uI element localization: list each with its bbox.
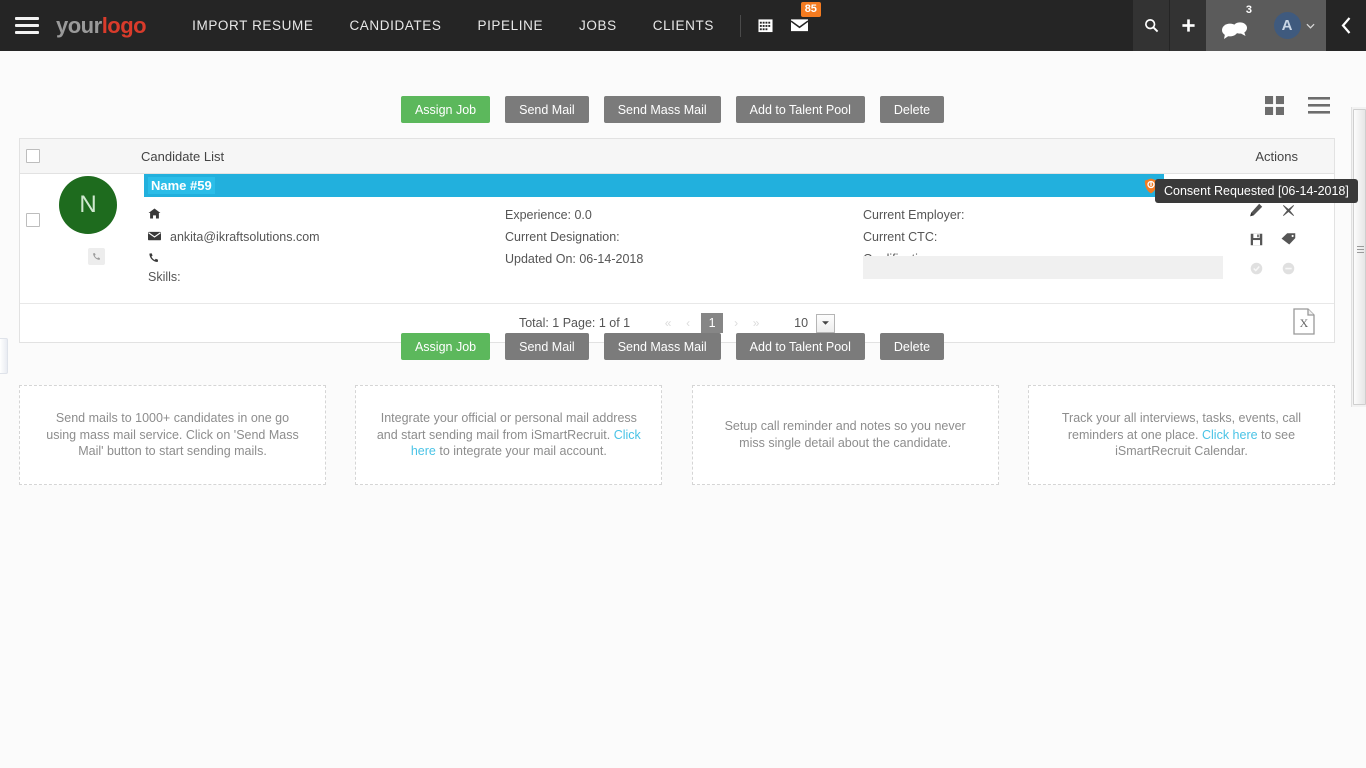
chat-badge: 3 xyxy=(1245,4,1252,16)
top-navigation-bar: yourlogo IMPORT RESUME CANDIDATES PIPELI… xyxy=(0,0,1366,51)
top-action-toolbar: Assign Job Send Mail Send Mass Mail Add … xyxy=(0,96,1345,123)
left-panel-toggle-handle[interactable] xyxy=(0,338,8,374)
info-card-calendar: Track your all interviews, tasks, events… xyxy=(1027,385,1335,485)
mail-badge: 85 xyxy=(800,2,821,17)
candidate-current-designation: Current Designation: xyxy=(505,230,620,244)
scrollbar-grip-icon xyxy=(1357,246,1364,254)
hamburger-menu-icon[interactable] xyxy=(0,0,54,51)
logo-text-logo: logo xyxy=(101,12,147,38)
send-mail-button-bottom[interactable]: Send Mail xyxy=(505,333,589,360)
pagination-prev-button[interactable]: ‹ xyxy=(678,316,698,330)
candidate-updated-on: Updated On: 06-14-2018 xyxy=(505,252,644,266)
info-card-mass-mail: Send mails to 1000+ candidates in one go… xyxy=(19,385,326,485)
page-size-selector[interactable]: 10 xyxy=(794,313,836,333)
chevron-left-icon[interactable] xyxy=(1326,0,1366,51)
calendar-icon[interactable] xyxy=(749,0,783,51)
select-all-checkbox[interactable] xyxy=(26,149,40,163)
candidate-name-bar: Name #59 xyxy=(144,174,1164,197)
excel-export-icon[interactable]: X xyxy=(1292,308,1316,335)
nav-item-import-resume[interactable]: IMPORT RESUME xyxy=(174,0,331,51)
info-card-mass-mail-text: Send mails to 1000+ candidates in one go… xyxy=(46,410,299,459)
candidate-avatar: N xyxy=(59,176,117,234)
candidate-list-header: Candidate List Actions xyxy=(20,139,1334,174)
phone-icon xyxy=(148,252,161,267)
pagination-total: Total: 1 Page: 1 of 1 xyxy=(518,316,631,330)
logo-text-your: your xyxy=(56,12,102,38)
edit-icon[interactable] xyxy=(1240,202,1272,218)
delete-button[interactable]: Delete xyxy=(879,96,945,123)
assign-job-button-bottom[interactable]: Assign Job xyxy=(400,333,491,360)
phone-square-icon[interactable] xyxy=(88,248,105,265)
candidate-list-title: Candidate List xyxy=(141,148,225,164)
candidate-email[interactable]: ankita@ikraftsolutions.com xyxy=(170,230,320,244)
chevron-down-icon xyxy=(1305,23,1315,29)
page-size-value: 10 xyxy=(794,316,809,330)
send-mass-mail-button-bottom[interactable]: Send Mass Mail xyxy=(603,333,721,360)
info-card-mail-integration-text-after: to integrate your mail account. xyxy=(435,444,607,459)
list-view-icon[interactable] xyxy=(1308,97,1330,119)
consent-tooltip: Consent Requested [06-14-2018] xyxy=(1155,179,1358,203)
nav-divider xyxy=(739,14,741,37)
candidate-home-line xyxy=(148,204,508,226)
nav-item-clients[interactable]: CLIENTS xyxy=(635,0,732,51)
pagination-first-button[interactable]: « xyxy=(658,316,678,330)
close-icon[interactable] xyxy=(1272,202,1304,218)
assign-job-button[interactable]: Assign Job xyxy=(400,96,491,123)
tag-icon[interactable] xyxy=(1272,231,1304,247)
info-card-call-reminder: Setup call reminder and notes so you nev… xyxy=(691,385,999,485)
pagination-next-button[interactable]: › xyxy=(726,316,746,330)
candidate-experience: Experience: 0.0 xyxy=(505,208,592,222)
candidate-row: N Name #59 Consent Requested [06-14-2018… xyxy=(20,174,1358,304)
candidate-current-ctc: Current CTC: xyxy=(863,230,938,244)
add-to-talent-pool-button-bottom[interactable]: Add to Talent Pool xyxy=(735,333,865,360)
info-card-mail-integration: Integrate your official or personal mail… xyxy=(355,385,663,485)
candidate-actions xyxy=(1240,202,1304,276)
info-card-call-reminder-text: Setup call reminder and notes so you nev… xyxy=(724,419,966,450)
candidate-skills: Skills: xyxy=(148,270,181,284)
info-card-calendar-link[interactable]: Click here xyxy=(1202,428,1258,442)
pagination-last-button[interactable]: » xyxy=(746,316,766,330)
save-icon[interactable] xyxy=(1240,231,1272,247)
app-logo[interactable]: yourlogo xyxy=(56,12,147,39)
add-to-talent-pool-button[interactable]: Add to Talent Pool xyxy=(735,96,865,123)
mail-icon[interactable]: 85 xyxy=(783,0,821,51)
user-avatar-menu[interactable]: A xyxy=(1262,0,1326,51)
chevron-down-icon[interactable] xyxy=(816,313,836,333)
candidate-current-employer: Current Employer: xyxy=(863,208,965,222)
plus-icon[interactable] xyxy=(1170,0,1206,51)
page-body: Assign Job Send Mail Send Mass Mail Add … xyxy=(0,51,1366,768)
bottom-action-toolbar: Assign Job Send Mail Send Mass Mail Add … xyxy=(0,333,1345,360)
chat-icon[interactable]: 3 xyxy=(1206,0,1262,51)
scrollbar-thumb[interactable] xyxy=(1353,109,1366,405)
send-mail-button[interactable]: Send Mail xyxy=(505,96,589,123)
info-cards: Send mails to 1000+ candidates in one go… xyxy=(19,385,1335,485)
candidate-experience-column: Experience: 0.0 Current Designation: Upd… xyxy=(505,204,845,270)
candidate-contact-column: ankita@ikraftsolutions.com xyxy=(148,204,508,270)
pagination-page-1[interactable]: 1 xyxy=(701,313,724,333)
candidate-name[interactable]: Name #59 xyxy=(148,177,215,194)
actions-column-header: Actions xyxy=(1255,148,1298,164)
loading-placeholder-bar xyxy=(863,256,1223,279)
thumbs-down-icon xyxy=(1272,260,1304,276)
view-mode-switcher xyxy=(1265,96,1330,120)
info-card-mail-integration-text: Integrate your official or personal mail… xyxy=(376,410,637,442)
nav-item-pipeline[interactable]: PIPELINE xyxy=(459,0,561,51)
candidate-email-line: ankita@ikraftsolutions.com xyxy=(148,226,508,248)
candidate-row-checkbox[interactable] xyxy=(26,213,40,227)
send-mass-mail-button[interactable]: Send Mass Mail xyxy=(603,96,721,123)
thumbs-up-icon xyxy=(1240,260,1272,276)
search-icon[interactable] xyxy=(1133,0,1169,51)
nav-item-candidates[interactable]: CANDIDATES xyxy=(331,0,459,51)
svg-text:X: X xyxy=(1300,316,1309,330)
delete-button-bottom[interactable]: Delete xyxy=(879,333,945,360)
nav-item-jobs[interactable]: JOBS xyxy=(561,0,635,51)
home-icon xyxy=(148,208,161,222)
vertical-scrollbar[interactable] xyxy=(1351,107,1366,407)
grid-view-icon[interactable] xyxy=(1265,96,1284,120)
candidate-list-panel: Candidate List Actions N Name #59 Consen… xyxy=(19,138,1358,343)
avatar: A xyxy=(1273,12,1301,39)
envelope-icon xyxy=(148,230,161,244)
candidate-phone-line xyxy=(148,248,508,270)
